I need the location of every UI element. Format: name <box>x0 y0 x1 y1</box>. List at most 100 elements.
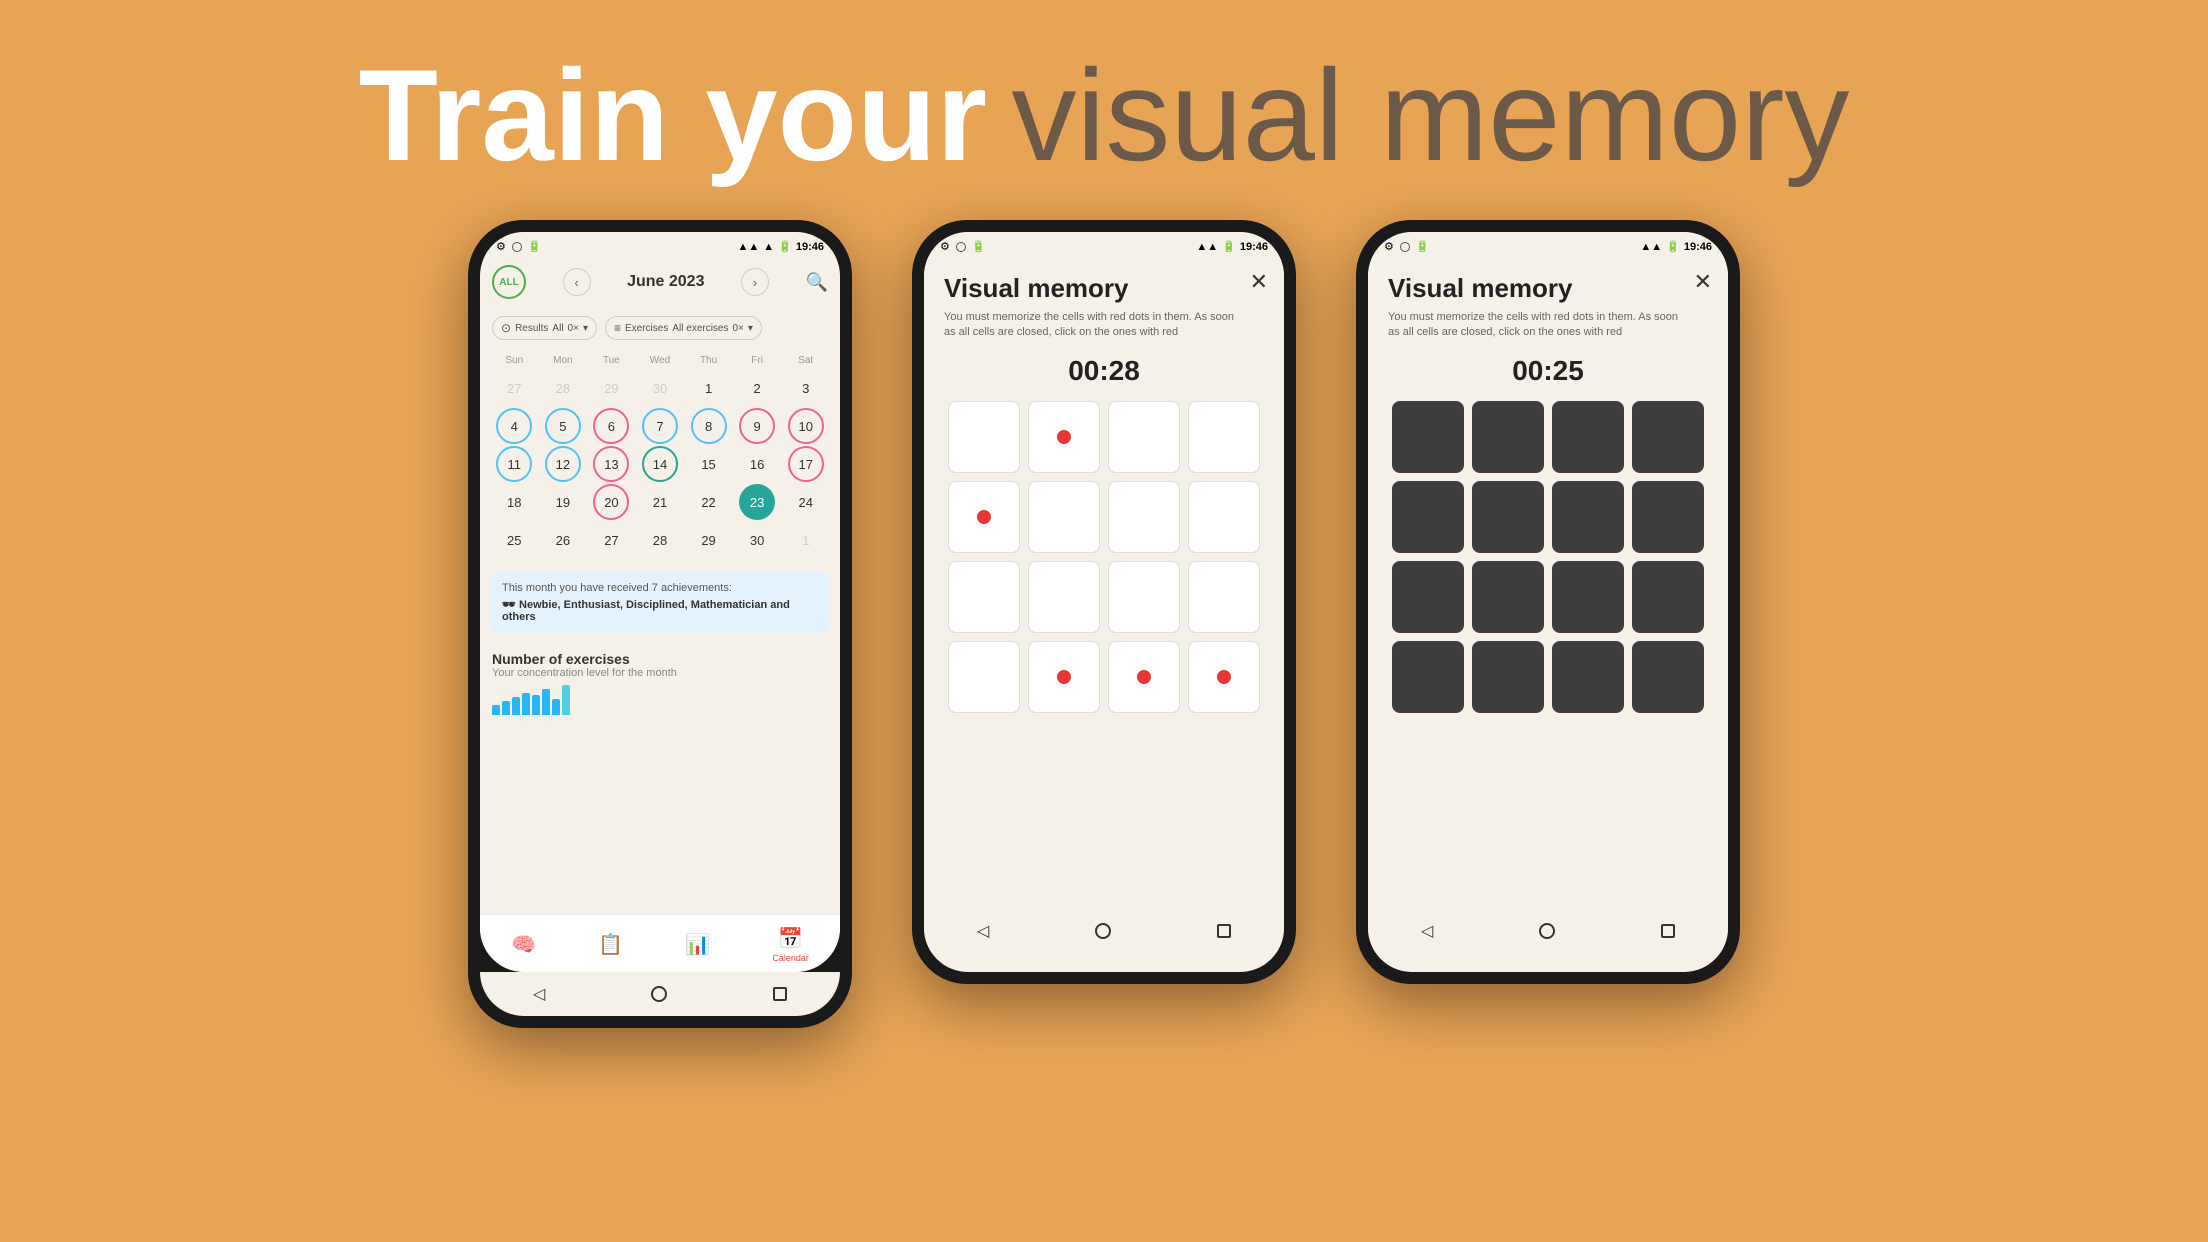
weekday-fri: Fri <box>733 355 782 366</box>
recents-button-3[interactable] <box>1661 924 1675 938</box>
cal-day[interactable]: 29 <box>691 522 727 558</box>
cal-day[interactable]: 4 <box>496 408 532 444</box>
cal-day[interactable]: 28 <box>545 370 581 406</box>
vm-cell[interactable] <box>1028 401 1100 473</box>
status-circle-2 <box>956 242 966 252</box>
vm-cell-dark[interactable] <box>1632 561 1704 633</box>
vm-cell[interactable] <box>1028 561 1100 633</box>
chart-bar <box>542 689 550 715</box>
time-display: 19:46 <box>796 241 824 253</box>
recents-button-2[interactable] <box>1217 924 1231 938</box>
cal-day[interactable]: 1 <box>788 522 824 558</box>
vm-cell-dark[interactable] <box>1472 641 1544 713</box>
vm-cell[interactable] <box>1188 481 1260 553</box>
vm-cell-dark[interactable] <box>1392 481 1464 553</box>
home-button-2[interactable] <box>1095 923 1111 939</box>
cal-day[interactable]: 18 <box>496 484 532 520</box>
vm-cell[interactable] <box>948 561 1020 633</box>
cal-day[interactable]: 26 <box>545 522 581 558</box>
vm-cell-dark[interactable] <box>1552 401 1624 473</box>
cal-day[interactable]: 19 <box>545 484 581 520</box>
system-nav-2: ◁ <box>924 909 1284 953</box>
vm-cell[interactable] <box>1108 401 1180 473</box>
vm-cell[interactable] <box>1028 641 1100 713</box>
search-icon[interactable]: 🔍 <box>806 272 828 293</box>
filter-dropdown-icon-2: ▾ <box>748 323 753 334</box>
close-button-1[interactable]: ✕ <box>1250 269 1268 295</box>
exercises-filter[interactable]: ≡ Exercises All exercises 0× ▾ <box>605 316 762 340</box>
cal-day[interactable]: 28 <box>642 522 678 558</box>
vm-cell[interactable] <box>1108 481 1180 553</box>
cal-day[interactable]: 13 <box>593 446 629 482</box>
cal-day[interactable]: 29 <box>593 370 629 406</box>
vm-cell[interactable] <box>1108 561 1180 633</box>
cal-day[interactable]: 25 <box>496 522 532 558</box>
vm-cell-dark[interactable] <box>1632 481 1704 553</box>
vm-cell[interactable] <box>948 481 1020 553</box>
cal-day[interactable]: 30 <box>739 522 775 558</box>
cal-day[interactable]: 27 <box>593 522 629 558</box>
nav-calendar[interactable]: 📅 Calendar <box>772 926 809 963</box>
cal-day[interactable]: 1 <box>691 370 727 406</box>
cal-day[interactable]: 7 <box>642 408 678 444</box>
cal-day[interactable]: 10 <box>788 408 824 444</box>
exercises-chart <box>492 685 828 715</box>
vm-cell-dark[interactable] <box>1472 481 1544 553</box>
cal-day[interactable]: 24 <box>788 484 824 520</box>
vm-cell-dark[interactable] <box>1392 401 1464 473</box>
cal-day[interactable]: 30 <box>642 370 678 406</box>
cal-day[interactable]: 20 <box>593 484 629 520</box>
vm-cell[interactable] <box>948 401 1020 473</box>
vm-cell-dark[interactable] <box>1552 561 1624 633</box>
results-filter[interactable]: ⊙ Results All 0× ▾ <box>492 316 597 340</box>
cal-day[interactable]: 12 <box>545 446 581 482</box>
close-button-2[interactable]: ✕ <box>1694 269 1712 295</box>
nav-brain[interactable]: 🧠 <box>511 932 536 957</box>
cal-day[interactable]: 15 <box>691 446 727 482</box>
cal-day[interactable]: 22 <box>691 484 727 520</box>
cal-day[interactable]: 27 <box>496 370 532 406</box>
cal-day[interactable]: 2 <box>739 370 775 406</box>
vm-cell-dark[interactable] <box>1552 481 1624 553</box>
red-dot <box>1217 670 1231 684</box>
status-icons-left-3: ⚙ 🔋 <box>1384 240 1430 253</box>
vm-cell-dark[interactable] <box>1392 641 1464 713</box>
cal-day[interactable]: 21 <box>642 484 678 520</box>
cal-day[interactable]: 17 <box>788 446 824 482</box>
cal-day[interactable]: 23 <box>739 484 775 520</box>
cal-day[interactable]: 14 <box>642 446 678 482</box>
prev-month-button[interactable]: ‹ <box>563 268 591 296</box>
vm-cell[interactable] <box>1028 481 1100 553</box>
cal-day[interactable]: 9 <box>739 408 775 444</box>
cal-day[interactable]: 6 <box>593 408 629 444</box>
nav-list[interactable]: 📋 <box>598 932 623 957</box>
cal-day[interactable]: 3 <box>788 370 824 406</box>
status-circle-3 <box>1400 242 1410 252</box>
weekday-sat: Sat <box>781 355 830 366</box>
vm-cell-dark[interactable] <box>1632 641 1704 713</box>
vm-cell[interactable] <box>1188 641 1260 713</box>
vm-cell[interactable] <box>948 641 1020 713</box>
home-button-3[interactable] <box>1539 923 1555 939</box>
vm-cell-dark[interactable] <box>1632 401 1704 473</box>
back-button-2[interactable]: ◁ <box>977 921 989 941</box>
status-right: ▲▲ ▲ 🔋 19:46 <box>737 240 824 253</box>
vm-cell[interactable] <box>1108 641 1180 713</box>
nav-chart[interactable]: 📊 <box>685 932 710 957</box>
cal-day[interactable]: 5 <box>545 408 581 444</box>
all-badge[interactable]: ALL <box>492 265 526 299</box>
vm-cell[interactable] <box>1188 401 1260 473</box>
cal-day[interactable]: 11 <box>496 446 532 482</box>
home-button[interactable] <box>651 986 667 1002</box>
back-button[interactable]: ◁ <box>533 984 545 1004</box>
cal-day[interactable]: 8 <box>691 408 727 444</box>
recents-button[interactable] <box>773 987 787 1001</box>
vm-cell-dark[interactable] <box>1472 561 1544 633</box>
vm-cell-dark[interactable] <box>1472 401 1544 473</box>
back-button-3[interactable]: ◁ <box>1421 921 1433 941</box>
vm-cell-dark[interactable] <box>1392 561 1464 633</box>
cal-day[interactable]: 16 <box>739 446 775 482</box>
next-month-button[interactable]: › <box>741 268 769 296</box>
vm-cell[interactable] <box>1188 561 1260 633</box>
vm-cell-dark[interactable] <box>1552 641 1624 713</box>
